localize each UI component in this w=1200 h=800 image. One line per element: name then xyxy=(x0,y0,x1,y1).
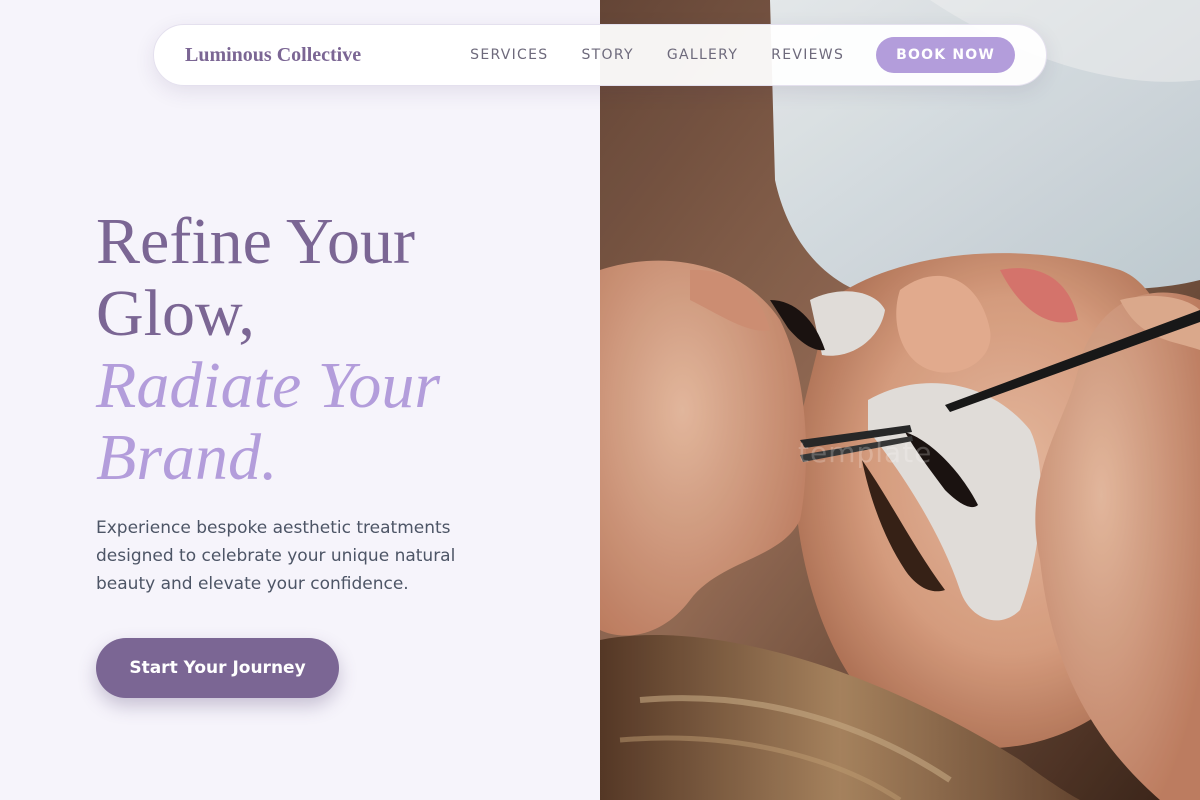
hero-title-accent: Radiate Your xyxy=(96,349,441,422)
nav-link-gallery[interactable]: GALLERY xyxy=(667,47,738,63)
brand-logo-text[interactable]: Luminous Collective xyxy=(185,44,361,67)
hero-subtitle: Experience bespoke aesthetic treatments … xyxy=(96,518,456,594)
top-navigation: Luminous Collective SERVICES STORY GALLE… xyxy=(153,24,1047,86)
hero-title-accent: Brand. xyxy=(96,421,278,494)
nav-link-story[interactable]: STORY xyxy=(581,47,633,63)
hero-photo: template xyxy=(600,0,1200,800)
hero-title: Refine Your Glow, Radiate Your Brand. xyxy=(96,206,576,494)
photo-watermark: template xyxy=(798,436,933,469)
start-journey-button[interactable]: Start Your Journey xyxy=(96,638,339,698)
lash-treatment-image xyxy=(600,0,1200,800)
nav-link-services[interactable]: SERVICES xyxy=(470,47,548,63)
hero-title-line: Refine Your xyxy=(96,205,416,278)
nav-link-reviews[interactable]: REVIEWS xyxy=(771,47,844,63)
nav-links: SERVICES STORY GALLERY REVIEWS BOOK NOW xyxy=(470,37,1015,73)
hero-title-line: Glow, xyxy=(96,277,255,350)
book-now-button[interactable]: BOOK NOW xyxy=(876,37,1015,73)
